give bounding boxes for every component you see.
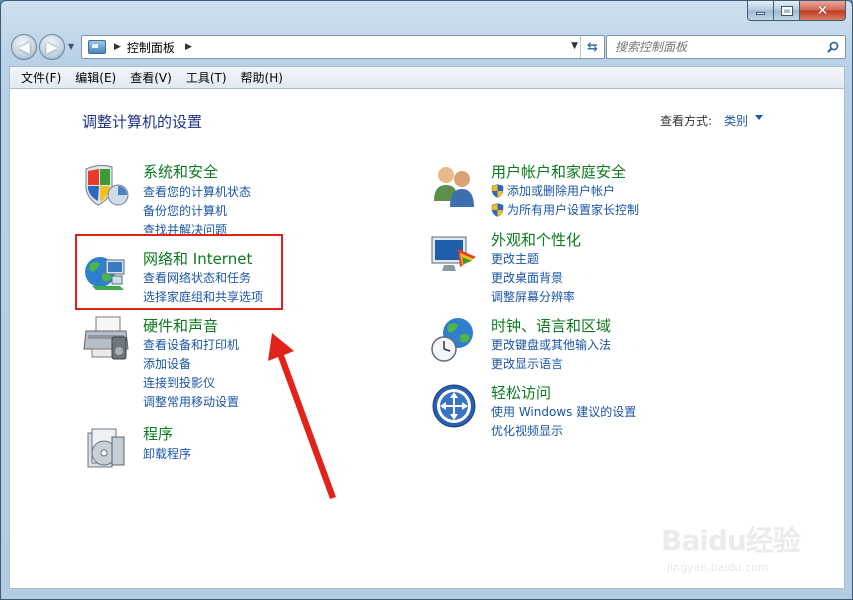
forward-arrow-icon: ▶ (46, 38, 58, 56)
breadcrumb-chevron-icon[interactable]: ▶ (185, 42, 192, 52)
search-box[interactable] (606, 35, 846, 59)
minimize-icon (756, 12, 765, 15)
menu-edit[interactable]: 编辑(E) (68, 69, 123, 86)
menu-tools[interactable]: 工具(T) (179, 69, 234, 86)
refresh-button[interactable]: ⇆ (580, 36, 604, 58)
address-row: ◀ ▶ ▼ ▶ 控制面板 ▶ ▼ ⇆ (9, 33, 846, 61)
back-button[interactable]: ◀ (11, 34, 37, 60)
minimize-button[interactable] (747, 1, 774, 21)
watermark-url: jingyan.baidu.com (667, 561, 769, 574)
recent-pages-dropdown[interactable]: ▼ (68, 42, 74, 51)
search-input[interactable] (615, 40, 815, 54)
content-area: 调整计算机的设置 查看方式: 类别 系统和安全 查看您的计算机状态 备份您的计算… (9, 88, 845, 589)
forward-button[interactable]: ▶ (39, 34, 65, 60)
close-button[interactable]: ✕ (800, 1, 846, 21)
search-icon[interactable] (827, 41, 839, 53)
baidu-watermark: Baidu经验 jingyan.baidu.com (655, 509, 835, 584)
menu-bar: 文件(F) 编辑(E) 查看(V) 工具(T) 帮助(H) (9, 66, 845, 88)
address-bar[interactable]: ▶ 控制面板 ▶ ▼ ⇆ (81, 35, 605, 59)
menu-help[interactable]: 帮助(H) (234, 69, 290, 86)
breadcrumb-chevron-icon[interactable]: ▶ (114, 42, 121, 52)
address-dropdown-icon[interactable]: ▼ (571, 41, 578, 51)
close-icon: ✕ (816, 2, 829, 19)
back-arrow-icon: ◀ (18, 38, 30, 56)
watermark-brand: Baidu经验 (661, 524, 801, 557)
refresh-icon: ⇆ (587, 39, 598, 55)
control-panel-icon (88, 40, 106, 54)
maximize-button[interactable] (774, 1, 800, 21)
breadcrumb-control-panel[interactable]: 控制面板 (127, 39, 175, 56)
control-panel-window: ✕ ◀ ▶ ▼ ▶ 控制面板 ▶ ▼ ⇆ 文件(F) 编辑(E) 查看(V) 工… (0, 0, 853, 600)
maximize-icon (780, 5, 793, 16)
caption-buttons: ✕ (747, 1, 846, 21)
menu-file[interactable]: 文件(F) (14, 69, 68, 86)
menu-view[interactable]: 查看(V) (123, 69, 179, 86)
